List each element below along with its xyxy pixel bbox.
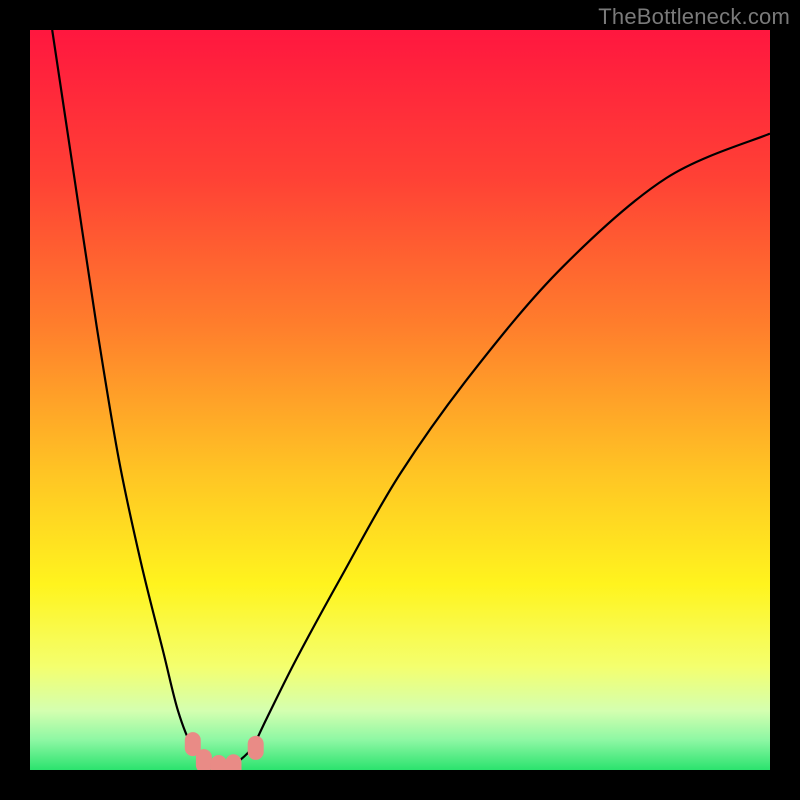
gradient-background [30,30,770,770]
highlight-dot [196,749,212,770]
plot-area [30,30,770,770]
chart-svg [30,30,770,770]
highlight-dot [226,754,242,770]
highlight-dot [248,736,264,760]
watermark-text: TheBottleneck.com [598,4,790,30]
chart-frame: TheBottleneck.com [0,0,800,800]
